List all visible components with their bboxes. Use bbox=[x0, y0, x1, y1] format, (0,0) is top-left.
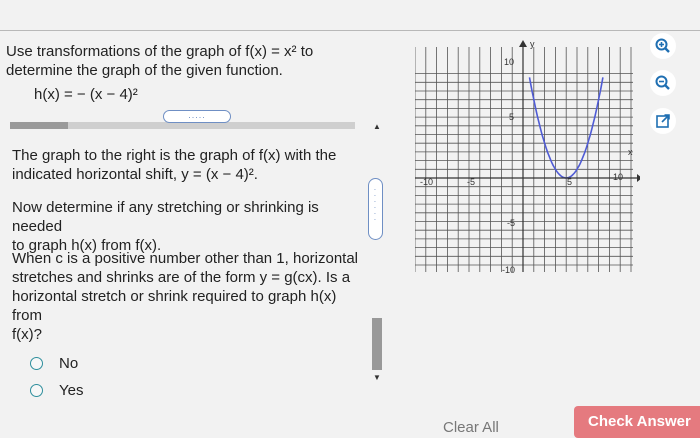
popout-button[interactable] bbox=[650, 108, 676, 134]
option-label: No bbox=[59, 355, 79, 372]
scroll-down-icon[interactable]: ▼ bbox=[373, 373, 381, 382]
x-tick-label: 10 bbox=[613, 172, 623, 182]
option-label: Yes bbox=[59, 382, 84, 399]
paragraph-line: When c is a positive number other than 1… bbox=[12, 250, 359, 267]
check-answer-button[interactable]: Check Answer bbox=[574, 406, 700, 438]
option-no[interactable]: No bbox=[30, 355, 78, 372]
paragraph-line: Now determine if any stretching or shrin… bbox=[12, 199, 319, 235]
y-tick-label: -10 bbox=[502, 265, 515, 275]
zoom-in-button[interactable] bbox=[650, 33, 676, 59]
zoom-in-icon bbox=[655, 38, 670, 53]
coordinate-graph: x y -10 -5 5 10 10 5 -5 -10 bbox=[415, 40, 640, 275]
paragraph-line: stretches and shrinks are of the form y … bbox=[12, 269, 351, 286]
scroll-up-icon[interactable]: ▲ bbox=[373, 122, 381, 131]
question-line-2: determine the graph of the given functio… bbox=[6, 62, 283, 79]
x-tick-label: 5 bbox=[567, 177, 572, 187]
instruction-paragraph: Now determine if any stretching or shrin… bbox=[12, 198, 362, 255]
horizontal-splitter[interactable] bbox=[10, 122, 355, 129]
vertical-scrollbar[interactable]: ▲ ▼ bbox=[371, 122, 383, 382]
clear-all-button[interactable]: Clear All bbox=[443, 419, 499, 436]
y-axis-label: y bbox=[530, 40, 535, 49]
zoom-out-button[interactable] bbox=[650, 70, 676, 96]
radio-button[interactable] bbox=[30, 384, 43, 397]
x-axis-arrow-icon bbox=[637, 174, 640, 182]
scroll-thumb[interactable] bbox=[372, 318, 382, 370]
top-divider bbox=[0, 30, 700, 31]
panel-resize-handle[interactable]: · · · · · · bbox=[368, 178, 383, 240]
paragraph-line: horizontal stretch or shrink required to… bbox=[12, 288, 337, 324]
zoom-out-icon bbox=[655, 75, 670, 90]
question-line-1: Use transformations of the graph of f(x)… bbox=[6, 43, 314, 60]
x-tick-label: -5 bbox=[467, 177, 475, 187]
question-text: Use transformations of the graph of f(x)… bbox=[6, 42, 336, 80]
option-yes[interactable]: Yes bbox=[30, 382, 83, 399]
paragraph-line: indicated horizontal shift, y = (x − 4)²… bbox=[12, 166, 258, 183]
paragraph-line: The graph to the right is the graph of f… bbox=[12, 147, 337, 164]
y-tick-label: 10 bbox=[504, 57, 514, 67]
given-function: h(x) = − (x − 4)² bbox=[34, 86, 138, 103]
radio-button[interactable] bbox=[30, 357, 43, 370]
x-tick-label: -10 bbox=[420, 177, 433, 187]
prompt-paragraph: When c is a positive number other than 1… bbox=[12, 249, 362, 344]
y-tick-label: -5 bbox=[507, 218, 515, 228]
y-axis-arrow-icon bbox=[519, 40, 527, 47]
x-axis-label: x bbox=[628, 147, 633, 157]
expand-handle[interactable]: ..... bbox=[163, 110, 231, 123]
explanation-paragraph: The graph to the right is the graph of f… bbox=[12, 146, 362, 184]
paragraph-line: f(x)? bbox=[12, 326, 42, 343]
popout-icon bbox=[656, 114, 670, 128]
y-tick-label: 5 bbox=[509, 112, 514, 122]
grid bbox=[415, 47, 633, 272]
